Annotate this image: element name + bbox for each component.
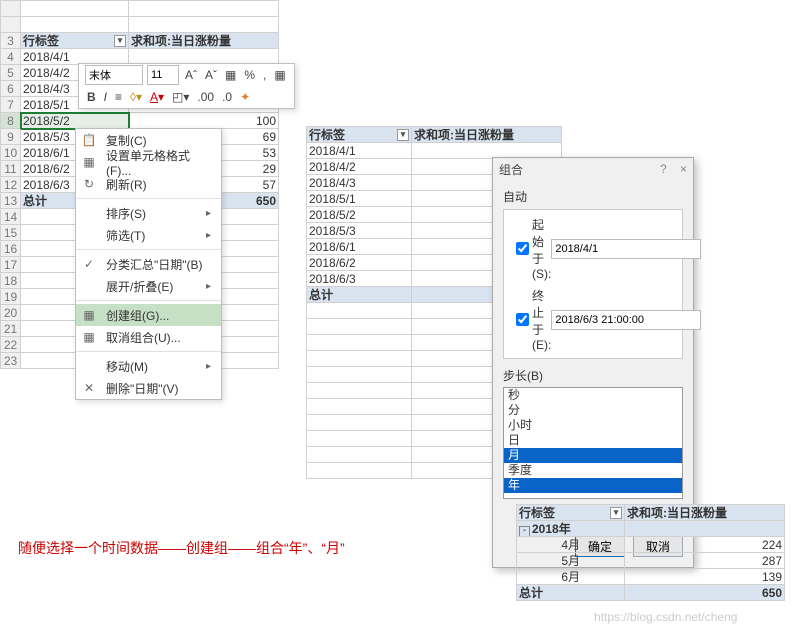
chevron-right-icon: ▸: [206, 230, 211, 241]
start-checkbox[interactable]: [516, 242, 529, 255]
annotation-text: 随便选择一个时间数据——创建组——组合“年”、“月”: [18, 538, 345, 558]
decimal-inc-icon[interactable]: .00: [195, 91, 216, 103]
fill-color-icon[interactable]: ◊▾: [128, 91, 144, 103]
year-row[interactable]: -2018年: [517, 521, 625, 537]
font-color-icon[interactable]: A▾: [148, 91, 166, 103]
percent-icon[interactable]: %: [242, 69, 257, 81]
menu-format-cells[interactable]: ▦设置单元格格式(F)...: [76, 151, 221, 173]
total-value: 650: [625, 585, 785, 601]
comma-icon[interactable]: ,: [261, 69, 268, 81]
end-label: 终止于(E):: [532, 287, 551, 352]
italic-icon[interactable]: I: [102, 91, 109, 103]
table-icon[interactable]: ▦: [272, 69, 287, 81]
watermark: https://blog.csdn.net/cheng: [594, 610, 737, 624]
ungroup-icon: ▦: [80, 330, 98, 344]
chevron-right-icon: ▸: [206, 361, 211, 372]
pivot-value-header: 求和项:当日涨粉量: [625, 505, 785, 521]
menu-expand[interactable]: 展开/折叠(E)▸: [76, 275, 221, 297]
format-cells-icon: ▦: [80, 155, 98, 169]
menu-subtotal[interactable]: ✓分类汇总"日期"(B): [76, 253, 221, 275]
clear-icon[interactable]: ✦: [238, 91, 252, 103]
decrease-font-icon[interactable]: Aˇ: [203, 69, 219, 81]
font-select[interactable]: [85, 65, 143, 85]
decimal-dec-icon[interactable]: .0: [220, 91, 234, 103]
start-label: 起始于(S):: [532, 216, 551, 281]
menu-ungroup[interactable]: ▦取消组合(U)...: [76, 326, 221, 348]
menu-create-group[interactable]: ▦创建组(G)...: [76, 304, 221, 326]
fontsize-select[interactable]: [147, 65, 179, 85]
context-menu: 📋复制(C) ▦设置单元格格式(F)... ↻刷新(R) 排序(S)▸ 筛选(T…: [75, 128, 222, 400]
close-icon[interactable]: ×: [680, 162, 687, 176]
pivot-rowlabel-header[interactable]: 行标签▾: [517, 505, 625, 521]
delete-icon: ✕: [80, 381, 98, 395]
menu-sort[interactable]: 排序(S)▸: [76, 202, 221, 224]
format-painter-icon[interactable]: ▦: [223, 69, 238, 81]
copy-icon: 📋: [80, 133, 98, 147]
help-icon[interactable]: ?: [660, 162, 667, 176]
collapse-icon[interactable]: -: [519, 526, 530, 537]
menu-delete[interactable]: ✕删除"日期"(V): [76, 377, 221, 399]
end-checkbox[interactable]: [516, 313, 529, 326]
chevron-right-icon: ▸: [206, 208, 211, 219]
dialog-title: 组合: [499, 161, 523, 178]
menu-filter[interactable]: 筛选(T)▸: [76, 224, 221, 246]
mini-toolbar: Aˆ Aˇ ▦ % , ▦ B I ≡ ◊▾ A▾ ◰▾ .00 .0 ✦: [78, 63, 295, 109]
start-input[interactable]: [551, 239, 701, 259]
step-list[interactable]: 秒分小时日月季度年: [503, 387, 683, 499]
end-input[interactable]: [551, 310, 701, 330]
grid-result: 行标签▾ 求和项:当日涨粉量 -2018年 4月2245月2876月139 总计…: [516, 504, 785, 601]
chevron-right-icon: ▸: [206, 281, 211, 292]
refresh-icon: ↻: [80, 177, 98, 191]
border-icon[interactable]: ◰▾: [170, 91, 191, 103]
menu-refresh[interactable]: ↻刷新(R): [76, 173, 221, 195]
auto-label: 自动: [503, 188, 683, 205]
menu-move[interactable]: 移动(M)▸: [76, 355, 221, 377]
group-icon: ▦: [80, 308, 98, 322]
bold-icon[interactable]: B: [85, 91, 98, 103]
check-icon: ✓: [80, 257, 98, 271]
filter-dropdown-icon[interactable]: ▾: [610, 507, 622, 519]
total-label: 总计: [517, 585, 625, 601]
align-icon[interactable]: ≡: [113, 91, 124, 103]
step-label: 步长(B): [503, 367, 683, 384]
increase-font-icon[interactable]: Aˆ: [183, 69, 199, 81]
